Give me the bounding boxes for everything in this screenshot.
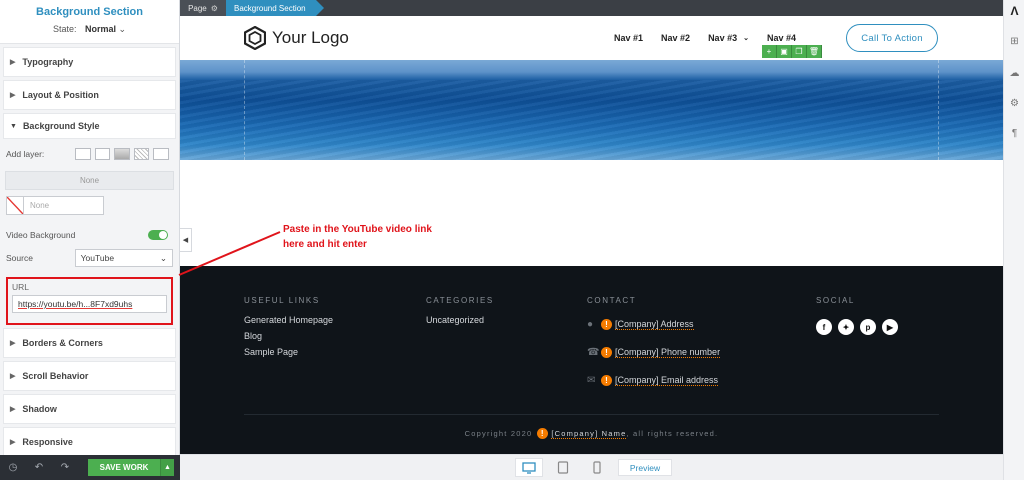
annotation-line-2: here and hit enter (283, 239, 367, 250)
annotation-arrow (178, 231, 281, 276)
annotation-text: Paste in the YouTube video link here and… (283, 222, 432, 252)
annotation-line-1: Paste in the YouTube video link (283, 224, 432, 235)
